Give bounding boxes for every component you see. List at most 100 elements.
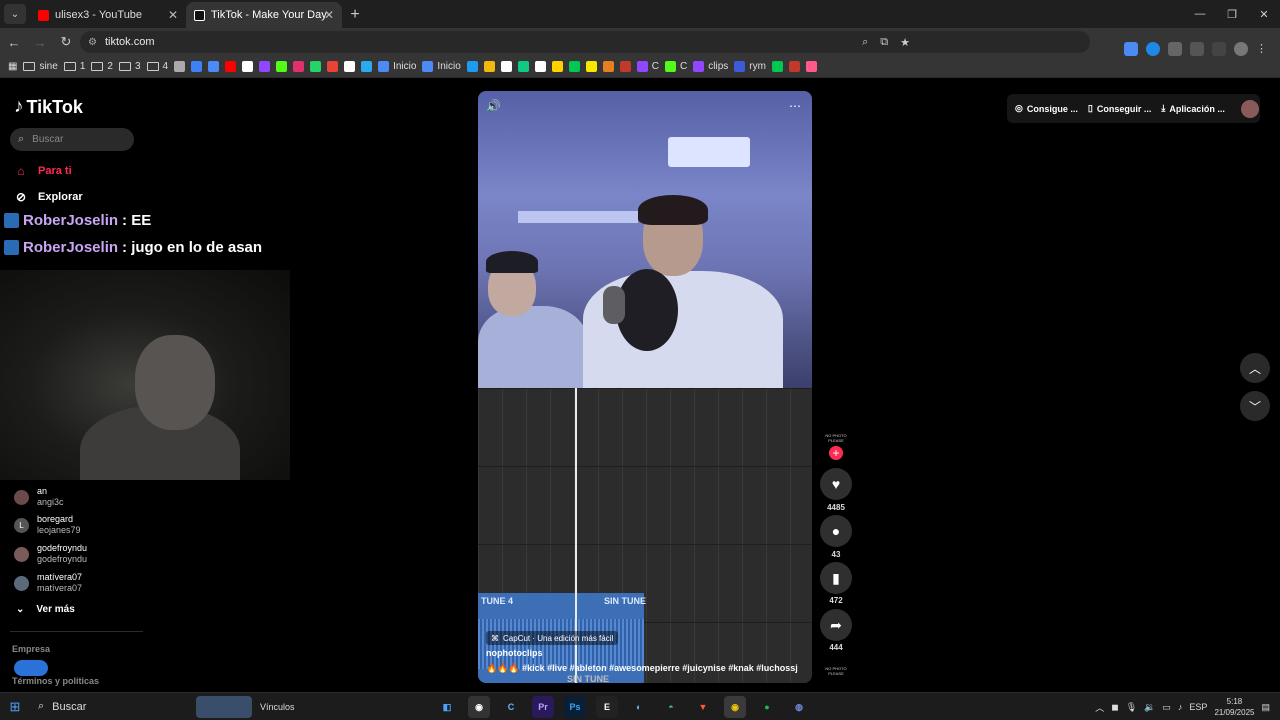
creator-avatar[interactable]: NO PHOTO PLEASE	[822, 433, 850, 443]
tab-tiktok[interactable]: TikTok - Make Your Day ✕	[186, 2, 342, 28]
video-player[interactable]: TUNE 4 SIN TUNE 🔊 ⋯ ⌘ CapCut · Una edici…	[478, 91, 812, 683]
search-input[interactable]: ⌕ Buscar	[10, 128, 134, 151]
nav-for-you[interactable]: ⌂ Para ti	[14, 164, 71, 178]
bookmark-item[interactable]	[361, 61, 373, 72]
bookmark-item[interactable]	[276, 61, 288, 72]
bookmark-item[interactable]	[568, 61, 580, 72]
bookmark-item[interactable]	[259, 61, 271, 72]
restore-icon[interactable]: ❐	[1216, 0, 1248, 28]
bookmark-item[interactable]	[293, 61, 305, 72]
discord-icon[interactable]: ◍	[788, 696, 810, 718]
forward-icon[interactable]: →	[28, 30, 52, 54]
bookmark-folder[interactable]: 4	[146, 61, 168, 72]
bookmark-item[interactable]	[500, 61, 512, 72]
obs-icon[interactable]: ◉	[468, 696, 490, 718]
bookmark-folder[interactable]: 3	[118, 61, 141, 72]
next-video-button[interactable]: ﹀	[1240, 391, 1270, 421]
get-app-button[interactable]: ▯ Conseguir ...	[1088, 103, 1151, 114]
zoom-icon[interactable]: ⌕	[862, 36, 868, 49]
epic-games-icon[interactable]: E	[596, 696, 618, 718]
user-avatar[interactable]	[1240, 99, 1259, 118]
follow-plus-button[interactable]: +	[829, 446, 843, 460]
tray-overflow-icon[interactable]: ︿	[1095, 701, 1104, 714]
spotify-icon[interactable]: ●	[756, 696, 778, 718]
bookmark-item[interactable]	[602, 61, 614, 72]
volume-tray-icon[interactable]: 🔉	[1144, 702, 1155, 713]
microphone-icon[interactable]: 🎙	[1126, 702, 1137, 713]
menu-dots-icon[interactable]: ⋮	[1256, 42, 1270, 56]
video-author[interactable]: nophotoclips	[486, 648, 543, 658]
bookmark-item[interactable]	[327, 61, 339, 72]
tab-youtube[interactable]: ulisex3 - YouTube ✕	[30, 2, 186, 28]
brave-icon[interactable]: ▼	[692, 696, 714, 718]
apps-grid-icon[interactable]: ▦	[8, 61, 17, 72]
bookmark-item[interactable]	[534, 61, 546, 72]
following-item[interactable]: L boregard leojanes79	[14, 514, 81, 536]
bookmark-item[interactable]: C	[665, 61, 687, 72]
back-icon[interactable]: ←	[2, 30, 26, 54]
bookmark-item[interactable]: clips	[693, 61, 728, 72]
following-item[interactable]: an angi3c	[14, 486, 64, 508]
footer-company-link[interactable]: Empresa	[12, 644, 50, 654]
bookmark-item[interactable]	[551, 61, 563, 72]
network-icon[interactable]: ▭	[1162, 702, 1171, 713]
bookmark-item[interactable]: Inicio	[378, 61, 416, 72]
bookmark-item[interactable]	[242, 61, 254, 72]
music-disc[interactable]: NO PHOTO PLEASE	[822, 666, 850, 676]
taskbar-search[interactable]: ⌕ Buscar	[30, 693, 190, 720]
profile-avatar[interactable]	[1234, 42, 1248, 56]
footer-terms-link[interactable]: Términos y políticas	[12, 676, 99, 686]
see-more-button[interactable]: ⌄ Ver más	[16, 604, 75, 615]
notifications-icon[interactable]: ▤	[1261, 702, 1270, 713]
address-bar[interactable]: ⚙ tiktok.com ⌕ ⧉ ★	[80, 31, 1090, 53]
puzzle-icon[interactable]	[1190, 42, 1204, 56]
capcut-tag[interactable]: ⌘ CapCut · Una edición más fácil	[486, 631, 619, 645]
file-explorer-icon[interactable]: ◧	[436, 696, 458, 718]
bookmark-item[interactable]	[771, 61, 783, 72]
volume-icon[interactable]: 🔊	[486, 99, 501, 113]
reload-icon[interactable]: ↻	[54, 30, 78, 54]
windows-start-icon[interactable]: ⊞	[0, 693, 30, 720]
bookmark-item[interactable]	[788, 61, 800, 72]
following-item[interactable]: godefroyndu godefroyndu	[14, 543, 87, 565]
bookmark-folder[interactable]: sine	[23, 61, 58, 72]
video-caption[interactable]: 🔥🔥🔥 #kick #live #ableton #awesomepierre …	[486, 663, 798, 674]
steam-icon[interactable]: ◐	[628, 696, 650, 718]
language-indicator[interactable]: ESP	[1189, 702, 1207, 712]
bookmark-item[interactable]: Inicio	[422, 61, 461, 72]
save-button[interactable]: ▮	[820, 562, 852, 594]
install-icon[interactable]: ⧉	[880, 36, 888, 49]
bookmark-item[interactable]	[208, 61, 220, 72]
bookmark-item[interactable]	[805, 61, 817, 72]
close-tab-icon[interactable]: ✕	[168, 8, 178, 22]
chrome-icon[interactable]: ◉	[724, 696, 746, 718]
taskbar-links-label[interactable]: Vínculos	[260, 702, 295, 712]
taskbar-widget-image[interactable]	[196, 695, 252, 718]
tray-app-icon[interactable]: ◼	[1111, 702, 1118, 713]
bookmark-item[interactable]	[517, 61, 529, 72]
bookmark-item[interactable]	[619, 61, 631, 72]
bookmark-item[interactable]	[585, 61, 597, 72]
close-window-icon[interactable]: ✕	[1248, 0, 1280, 28]
extension-icon[interactable]	[1146, 42, 1160, 56]
c-app-icon[interactable]: C	[500, 696, 522, 718]
minimize-icon[interactable]: —	[1184, 0, 1216, 28]
new-tab-button[interactable]: +	[342, 2, 368, 28]
bookmark-star-icon[interactable]: ★	[900, 36, 910, 49]
bookmark-item[interactable]	[483, 61, 495, 72]
speaker-icon[interactable]: ♪	[1178, 702, 1183, 712]
close-tab-icon[interactable]: ✕	[324, 8, 334, 22]
like-button[interactable]: ♥	[820, 468, 852, 500]
bookmark-item[interactable]: rym	[734, 61, 766, 72]
get-coins-button[interactable]: ◎ Consigue ...	[1015, 103, 1078, 114]
floating-toggle-icon[interactable]	[14, 660, 48, 676]
translate-extension-icon[interactable]	[1124, 42, 1138, 56]
following-item[interactable]: matívera07 matívera07	[14, 572, 82, 594]
download-app-button[interactable]: ⤓ Aplicación ...	[1161, 103, 1225, 114]
site-info-icon[interactable]: ⚙	[88, 37, 97, 48]
share-button[interactable]: ➦	[820, 609, 852, 641]
media-icon[interactable]	[1212, 42, 1226, 56]
premiere-icon[interactable]: Pr	[532, 696, 554, 718]
previous-video-button[interactable]: ︿	[1240, 353, 1270, 383]
bookmark-item[interactable]	[344, 61, 356, 72]
